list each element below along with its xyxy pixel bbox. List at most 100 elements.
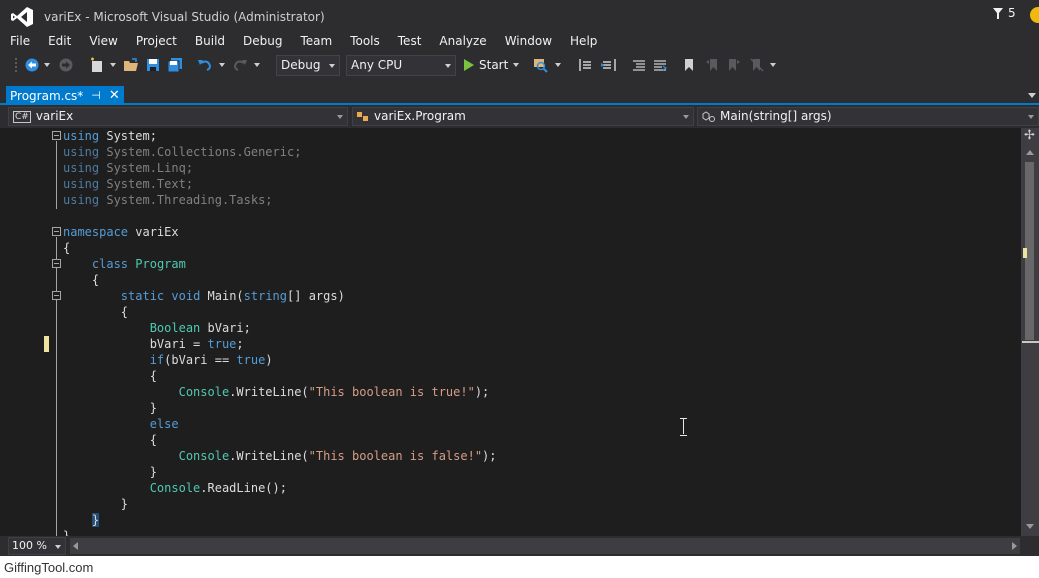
redo-dropdown[interactable] [253, 56, 261, 74]
tab-program-cs[interactable]: Program.cs* ⊣ ✕ [6, 86, 124, 105]
menu-bar: File Edit View Project Build Debug Team … [0, 32, 606, 52]
code-text: Console.WriteLine("This boolean is false… [63, 448, 497, 464]
zoom-level-select[interactable]: 100 % [8, 537, 66, 555]
uncomment-selection-button[interactable] [651, 56, 669, 74]
menu-analyze[interactable]: Analyze [430, 32, 495, 52]
code-line[interactable]: Console.WriteLine("This boolean is false… [0, 448, 1021, 464]
vertical-scrollbar[interactable]: ✢ [1021, 128, 1039, 536]
code-token: static [120, 289, 165, 303]
code-line[interactable]: } [0, 464, 1021, 480]
solution-platform-select[interactable]: Any CPU [346, 55, 456, 76]
code-line[interactable]: using System; [0, 128, 1021, 144]
solution-platform-value: Any CPU [351, 58, 403, 72]
collapse-region-icon[interactable] [52, 259, 61, 268]
navigate-forward-button[interactable] [58, 56, 74, 74]
code-line[interactable]: using System.Text; [0, 176, 1021, 192]
new-project-button[interactable] [88, 56, 106, 74]
solution-configuration-select[interactable]: Debug [276, 55, 340, 76]
code-editor[interactable]: using System; using System.Collections.Ge… [0, 128, 1021, 536]
toolbar-overflow-dropdown-1[interactable] [554, 56, 562, 74]
menu-project[interactable]: Project [127, 32, 186, 52]
menu-view[interactable]: View [80, 32, 126, 52]
scroll-left-arrow-icon[interactable] [73, 542, 78, 550]
menu-tools[interactable]: Tools [341, 32, 389, 52]
scroll-right-arrow-icon[interactable] [1012, 542, 1017, 550]
notifications-button[interactable]: 5 [992, 6, 1016, 20]
member-dropdown[interactable]: Main(string[] args) [697, 107, 1039, 126]
outdent-button[interactable] [599, 56, 617, 74]
menu-edit[interactable]: Edit [39, 32, 80, 52]
collapse-region-icon[interactable] [52, 227, 61, 236]
scroll-down-arrow-icon[interactable] [1026, 524, 1034, 529]
tab-label: Program.cs* [10, 88, 84, 103]
back-history-dropdown[interactable] [43, 56, 51, 74]
menu-debug[interactable]: Debug [234, 32, 291, 52]
next-bookmark-button[interactable] [726, 56, 742, 74]
menu-window[interactable]: Window [496, 32, 561, 52]
code-line[interactable]: if(bVari == true) [0, 352, 1021, 368]
code-token: Console [178, 449, 230, 463]
code-token: bVari = [63, 337, 208, 351]
code-line[interactable]: { [0, 272, 1021, 288]
code-line[interactable]: static void Main(string[] args) [0, 288, 1021, 304]
code-line[interactable]: using System.Linq; [0, 160, 1021, 176]
clear-bookmarks-button[interactable] [749, 56, 765, 74]
undo-button[interactable] [196, 56, 214, 74]
code-line[interactable]: } [0, 400, 1021, 416]
code-line[interactable]: { [0, 432, 1021, 448]
find-in-files-button[interactable] [532, 56, 550, 74]
code-line[interactable]: { [0, 240, 1021, 256]
code-text: } [63, 512, 100, 528]
close-icon[interactable]: ✕ [109, 88, 120, 103]
collapse-region-icon[interactable] [52, 131, 61, 140]
redo-button[interactable] [231, 56, 249, 74]
step-into-button[interactable] [578, 56, 596, 74]
start-debugging-button[interactable]: Start [464, 56, 520, 74]
visual-studio-logo-icon[interactable] [10, 6, 34, 28]
code-line[interactable]: } [0, 512, 1021, 528]
project-dropdown[interactable]: C# variEx [8, 107, 348, 126]
code-line[interactable]: } [0, 496, 1021, 512]
solution-configuration-value: Debug [281, 58, 321, 72]
code-line[interactable]: using System.Threading.Tasks; [0, 192, 1021, 208]
collapse-region-icon[interactable] [52, 291, 61, 300]
toolbar-overflow-dropdown-2[interactable] [769, 56, 777, 74]
code-line[interactable]: { [0, 304, 1021, 320]
code-line[interactable]: Console.WriteLine("This boolean is true!… [0, 384, 1021, 400]
chevron-down-icon [219, 63, 225, 67]
code-token: { [63, 369, 157, 383]
save-all-button[interactable] [166, 56, 184, 74]
menu-help[interactable]: Help [561, 32, 606, 52]
save-button[interactable] [144, 56, 162, 74]
pin-icon[interactable]: ⊣ [91, 89, 101, 102]
code-line[interactable]: class Program [0, 256, 1021, 272]
code-line[interactable]: using System.Collections.Generic; [0, 144, 1021, 160]
code-line[interactable]: } [0, 528, 1021, 536]
menu-test[interactable]: Test [389, 32, 431, 52]
feedback-smiley-icon[interactable] [1030, 7, 1039, 23]
previous-bookmark-button[interactable] [704, 56, 720, 74]
horizontal-scrollbar[interactable] [70, 538, 1020, 554]
menu-file[interactable]: File [0, 32, 39, 52]
menu-team[interactable]: Team [291, 32, 341, 52]
scroll-up-arrow-icon[interactable] [1026, 150, 1034, 155]
code-line[interactable]: namespace variEx [0, 224, 1021, 240]
undo-dropdown[interactable] [218, 56, 226, 74]
type-dropdown[interactable]: variEx.Program [352, 107, 694, 126]
code-line[interactable]: bVari = true; [0, 336, 1021, 352]
toolbar-grip[interactable] [14, 57, 18, 73]
code-line[interactable]: else [0, 416, 1021, 432]
toggle-bookmark-button[interactable] [681, 56, 697, 74]
code-line[interactable]: { [0, 368, 1021, 384]
code-line[interactable]: Boolean bVari; [0, 320, 1021, 336]
menu-build[interactable]: Build [186, 32, 234, 52]
new-item-dropdown[interactable] [109, 56, 117, 74]
code-line[interactable]: Console.ReadLine(); [0, 480, 1021, 496]
navigate-back-button[interactable] [24, 56, 40, 74]
open-file-button[interactable] [122, 56, 140, 74]
tab-overflow-chevron-down-icon[interactable] [1028, 93, 1036, 98]
comment-selection-button[interactable] [630, 56, 648, 74]
split-window-icon[interactable]: ✢ [1024, 129, 1035, 142]
